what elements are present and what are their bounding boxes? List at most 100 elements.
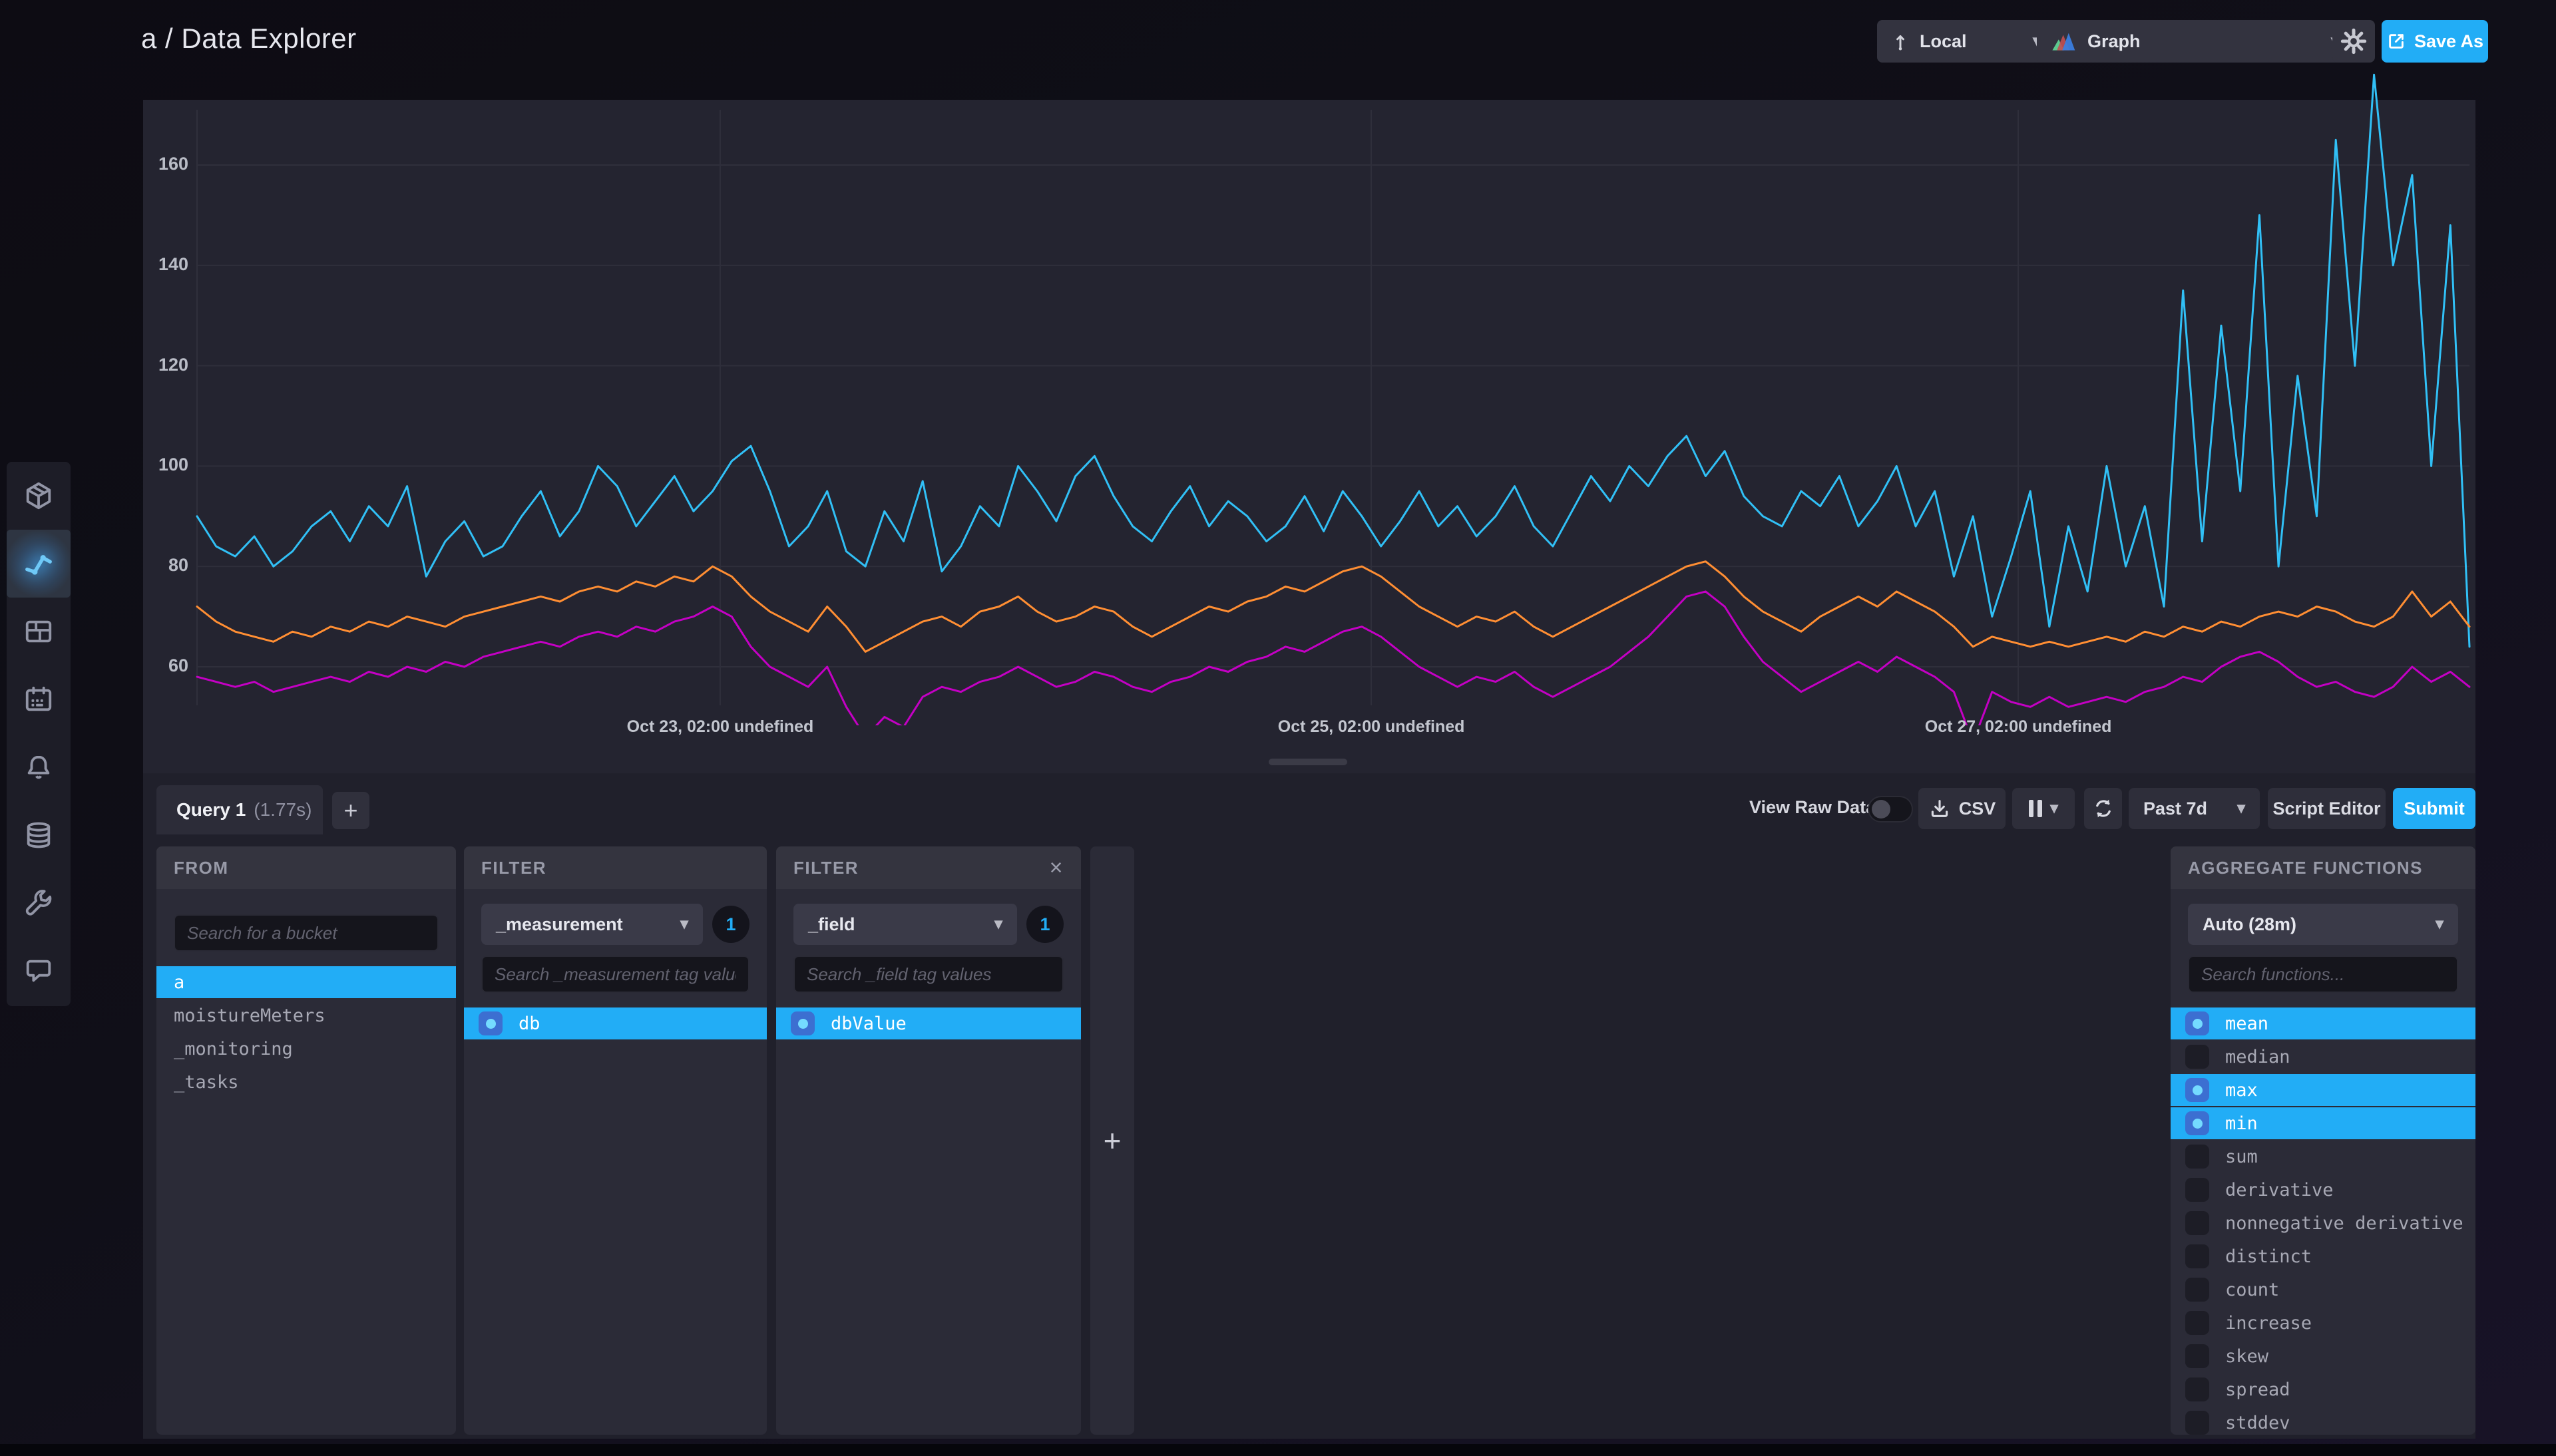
y-axis-tick-label: 100	[142, 455, 188, 475]
list-item[interactable]: stddev	[2171, 1407, 2475, 1435]
script-editor-button[interactable]: Script Editor	[2268, 788, 2386, 829]
list-item-label: _tasks	[174, 1072, 239, 1093]
filter-key-dropdown[interactable]: _field ▾	[793, 904, 1017, 945]
list-item-label: _monitoring	[174, 1039, 293, 1059]
aggregate-card-header: AGGREGATE FUNCTIONS	[2171, 846, 2475, 889]
list-item[interactable]: db	[464, 1007, 767, 1039]
list-item-label: skew	[2225, 1346, 2268, 1367]
list-item[interactable]: count	[2171, 1274, 2475, 1306]
checkbox-checked-icon[interactable]	[2185, 1111, 2209, 1135]
checkbox-checked-icon[interactable]	[791, 1011, 815, 1035]
checkbox-unchecked-icon[interactable]	[2185, 1145, 2209, 1169]
x-axis-tick-label: Oct 27, 02:00 undefined	[1925, 717, 2112, 737]
y-axis-tick-label: 140	[142, 254, 188, 275]
refresh-icon	[2092, 797, 2115, 820]
checkbox-unchecked-icon[interactable]	[2185, 1178, 2209, 1202]
time-range-label: Past 7d	[2143, 799, 2207, 819]
query-tab-label: Query 1	[176, 799, 246, 820]
list-item-label: nonnegative derivative	[2225, 1213, 2463, 1234]
chat-icon	[23, 956, 54, 986]
nav-item-feedback[interactable]	[7, 937, 71, 1005]
checkbox-checked-icon[interactable]	[479, 1011, 503, 1035]
checkbox-unchecked-icon[interactable]	[2185, 1377, 2209, 1401]
series-line-min	[197, 592, 2469, 725]
y-axis-tick-label: 60	[142, 655, 188, 676]
pause-button[interactable]: ▾	[2012, 788, 2075, 829]
list-item[interactable]: sum	[2171, 1141, 2475, 1173]
list-item-label: dbValue	[831, 1013, 907, 1034]
series-line-mean	[197, 562, 2469, 652]
list-item-label: derivative	[2225, 1180, 2334, 1200]
checkbox-dot	[2193, 1119, 2203, 1129]
submit-label: Submit	[2404, 799, 2465, 819]
list-item[interactable]: median	[2171, 1041, 2475, 1073]
filter-card-field: FILTER × _field ▾ 1 dbValue	[776, 846, 1081, 1435]
list-item[interactable]: _monitoring	[156, 1033, 456, 1065]
toggle-knob	[1872, 800, 1890, 819]
list-item[interactable]: nonnegative derivative	[2171, 1207, 2475, 1239]
list-item[interactable]: max	[2171, 1074, 2475, 1106]
time-range-dropdown[interactable]: Past 7d ▾	[2129, 788, 2260, 829]
list-item[interactable]: mean	[2171, 1007, 2475, 1039]
list-item[interactable]: increase	[2171, 1307, 2475, 1339]
checkbox-unchecked-icon[interactable]	[2185, 1278, 2209, 1302]
csv-download-button[interactable]: CSV	[1918, 788, 2006, 829]
filter-card-header: FILTER	[464, 846, 767, 889]
add-query-tab-button[interactable]: +	[332, 792, 369, 829]
pause-icon	[2029, 800, 2042, 817]
checkbox-unchecked-icon[interactable]	[2185, 1344, 2209, 1368]
checkbox-unchecked-icon[interactable]	[2185, 1045, 2209, 1069]
checkbox-dot	[486, 1019, 496, 1029]
list-item[interactable]: a	[156, 966, 456, 998]
list-item[interactable]: derivative	[2171, 1174, 2475, 1206]
list-item-label: count	[2225, 1280, 2279, 1300]
filter-key-label: _measurement	[496, 914, 623, 935]
checkbox-checked-icon[interactable]	[2185, 1011, 2209, 1035]
refresh-button[interactable]	[2084, 788, 2122, 829]
time-series-chart[interactable]: 1601401201008060Oct 23, 02:00 undefinedO…	[0, 0, 2556, 779]
list-item-label: distinct	[2225, 1246, 2312, 1267]
from-card-title: FROM	[174, 858, 229, 878]
checkbox-dot	[798, 1019, 808, 1029]
checkbox-unchecked-icon[interactable]	[2185, 1244, 2209, 1268]
list-item-label: min	[2225, 1113, 2258, 1134]
close-icon[interactable]: ×	[1050, 855, 1064, 881]
measurement-search-input[interactable]	[481, 956, 749, 993]
checkbox-unchecked-icon[interactable]	[2185, 1411, 2209, 1435]
list-item-label: mean	[2225, 1013, 2268, 1034]
query-tab[interactable]: Query 1 (1.77s)	[156, 785, 323, 834]
list-item[interactable]: skew	[2171, 1340, 2475, 1372]
bucket-list: amoistureMeters _monitoring _tasks	[156, 966, 456, 1098]
filter-count-badge: 1	[1026, 906, 1064, 943]
checkbox-checked-icon[interactable]	[2185, 1078, 2209, 1102]
filter-card-measurement: FILTER _measurement ▾ 1 db	[464, 846, 767, 1435]
list-item[interactable]: spread	[2171, 1373, 2475, 1405]
checkbox-unchecked-icon[interactable]	[2185, 1211, 2209, 1235]
list-item[interactable]: dbValue	[776, 1007, 1081, 1039]
nav-item-load-data[interactable]	[7, 801, 71, 869]
bucket-search-input[interactable]	[174, 914, 439, 952]
window-period-dropdown[interactable]: Auto (28m) ▾	[2188, 904, 2458, 945]
submit-button[interactable]: Submit	[2393, 788, 2475, 829]
field-search-input[interactable]	[793, 956, 1064, 993]
functions-search-input[interactable]	[2188, 956, 2458, 993]
resize-drag-handle[interactable]	[1269, 759, 1347, 765]
add-filter-button[interactable]: +	[1090, 846, 1134, 1435]
chart-svg	[195, 67, 2471, 725]
list-item-label: increase	[2225, 1313, 2312, 1334]
list-item[interactable]: distinct	[2171, 1240, 2475, 1272]
filter-card-header: FILTER ×	[776, 846, 1081, 889]
checkbox-unchecked-icon[interactable]	[2185, 1311, 2209, 1335]
filter-card-title: FILTER	[481, 858, 546, 878]
list-item-label: max	[2225, 1080, 2258, 1101]
list-item[interactable]: _tasks	[156, 1066, 456, 1098]
view-raw-data-toggle[interactable]	[1868, 796, 1913, 822]
nav-item-settings[interactable]	[7, 869, 71, 937]
aggregate-card-title: AGGREGATE FUNCTIONS	[2188, 858, 2423, 878]
horizontal-scrollbar-track[interactable]	[0, 1444, 2556, 1456]
filter-key-dropdown[interactable]: _measurement ▾	[481, 904, 703, 945]
tag-value-list: db	[464, 1007, 767, 1039]
list-item[interactable]: moistureMeters	[156, 1000, 456, 1031]
list-item[interactable]: min	[2171, 1107, 2475, 1139]
function-list: mean median max min sum derivative nonnegative…	[2171, 1007, 2475, 1435]
